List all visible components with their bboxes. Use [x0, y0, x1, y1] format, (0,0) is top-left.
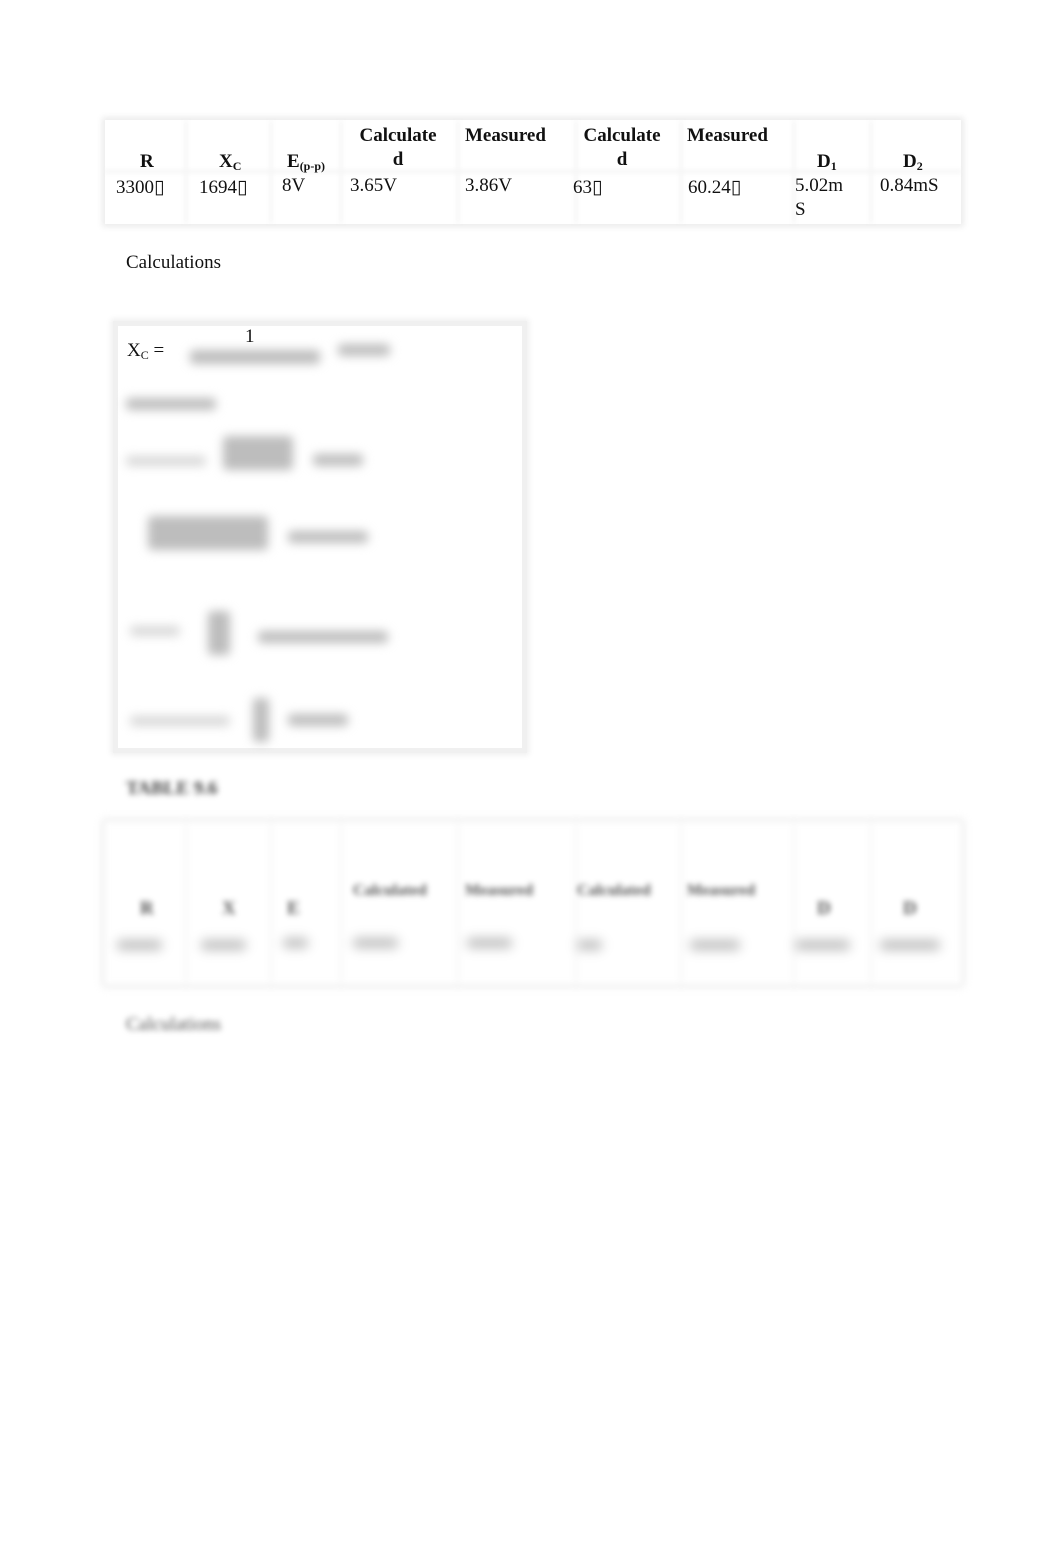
blurred-formula-line	[130, 716, 230, 726]
header-e-main: E	[287, 151, 300, 172]
header-angle-measured: Measured	[687, 125, 768, 146]
header-xc: X	[222, 898, 236, 919]
blurred-result	[258, 631, 388, 643]
column-divider	[185, 822, 187, 984]
header-xc: XC	[219, 150, 241, 178]
header-angle-measured: Measured	[687, 882, 756, 899]
blurred-value	[201, 940, 246, 950]
header-d2-sub: 2	[916, 159, 923, 173]
header-vc-measured: Measured	[465, 125, 546, 146]
column-divider	[793, 822, 795, 984]
calculations-box: XC = 1	[113, 321, 527, 753]
value-angle-measured: 60.24▯	[688, 177, 742, 198]
calculations-heading: Calculations	[126, 252, 221, 273]
header-r: R	[140, 898, 154, 919]
blurred-result	[288, 714, 348, 726]
blurred-fraction	[223, 436, 293, 470]
header-vc-calculated: Calculated	[353, 882, 427, 899]
blurred-value	[577, 940, 602, 950]
blurred-result	[288, 531, 368, 543]
header-vc-measured: Measured	[465, 882, 534, 899]
value-vc-measured: 3.86V	[465, 175, 512, 196]
calculations-heading-2: Calculations	[126, 1014, 221, 1035]
xc-numerator: 1	[245, 326, 255, 347]
table-title: TABLE 9.6	[126, 778, 218, 799]
xc-equals: =	[153, 340, 165, 361]
blurred-value	[353, 938, 398, 948]
header-d1-main: D	[817, 151, 831, 172]
blurred-formula-line	[130, 626, 180, 636]
header-e-sub: (p-p)	[299, 159, 326, 173]
blurred-fraction	[208, 611, 230, 655]
value-r: 3300▯	[116, 177, 165, 198]
blurred-result	[338, 344, 390, 356]
xc-lhs-main: X	[127, 340, 141, 361]
column-divider	[457, 822, 459, 984]
header-d1-sub: 1	[830, 159, 837, 173]
blurred-value	[690, 940, 740, 950]
column-divider	[680, 822, 682, 984]
header-xc-main: X	[219, 151, 233, 172]
header-vc-calculated: Calculate d	[359, 125, 437, 170]
blurred-value	[117, 940, 162, 950]
blurred-value	[467, 938, 512, 948]
blurred-fraction	[148, 516, 268, 550]
header-r: R	[140, 151, 154, 172]
header-d2: D	[903, 898, 917, 919]
column-divider	[575, 822, 577, 984]
value-angle-calculated: 63▯	[573, 177, 603, 198]
blurred-value	[283, 938, 308, 948]
blurred-result	[313, 454, 363, 466]
value-e: 8V	[282, 175, 306, 196]
value-d2: 0.84mS	[880, 175, 939, 196]
header-d1: D	[817, 898, 831, 919]
table-9-6: R X E Calculated Measured Calculated Mea…	[105, 822, 961, 984]
header-d2-main: D	[903, 151, 917, 172]
value-vc-calculated: 3.65V	[350, 175, 397, 196]
blurred-fraction	[253, 698, 269, 742]
header-xc-sub: C	[232, 159, 242, 173]
xc-lhs-sub: C	[140, 348, 149, 362]
header-e: E	[287, 898, 300, 919]
xc-formula-lhs: XC =	[127, 340, 164, 363]
value-xc: 1694▯	[199, 177, 248, 198]
blurred-formula-line	[126, 456, 206, 466]
blurred-formula-line	[126, 398, 216, 410]
column-divider	[870, 822, 872, 984]
column-divider	[270, 822, 272, 984]
blurred-denominator	[190, 350, 320, 364]
column-divider	[340, 822, 342, 984]
header-angle-calculated: Calculated	[577, 882, 651, 899]
blurred-value	[795, 940, 850, 950]
value-d1: 5.02m S	[795, 175, 844, 220]
blurred-value	[880, 940, 940, 950]
results-table: R XC E(p-p) Calculate d Measured Calcula…	[105, 120, 961, 224]
header-angle-calculated: Calculate d	[583, 125, 661, 170]
